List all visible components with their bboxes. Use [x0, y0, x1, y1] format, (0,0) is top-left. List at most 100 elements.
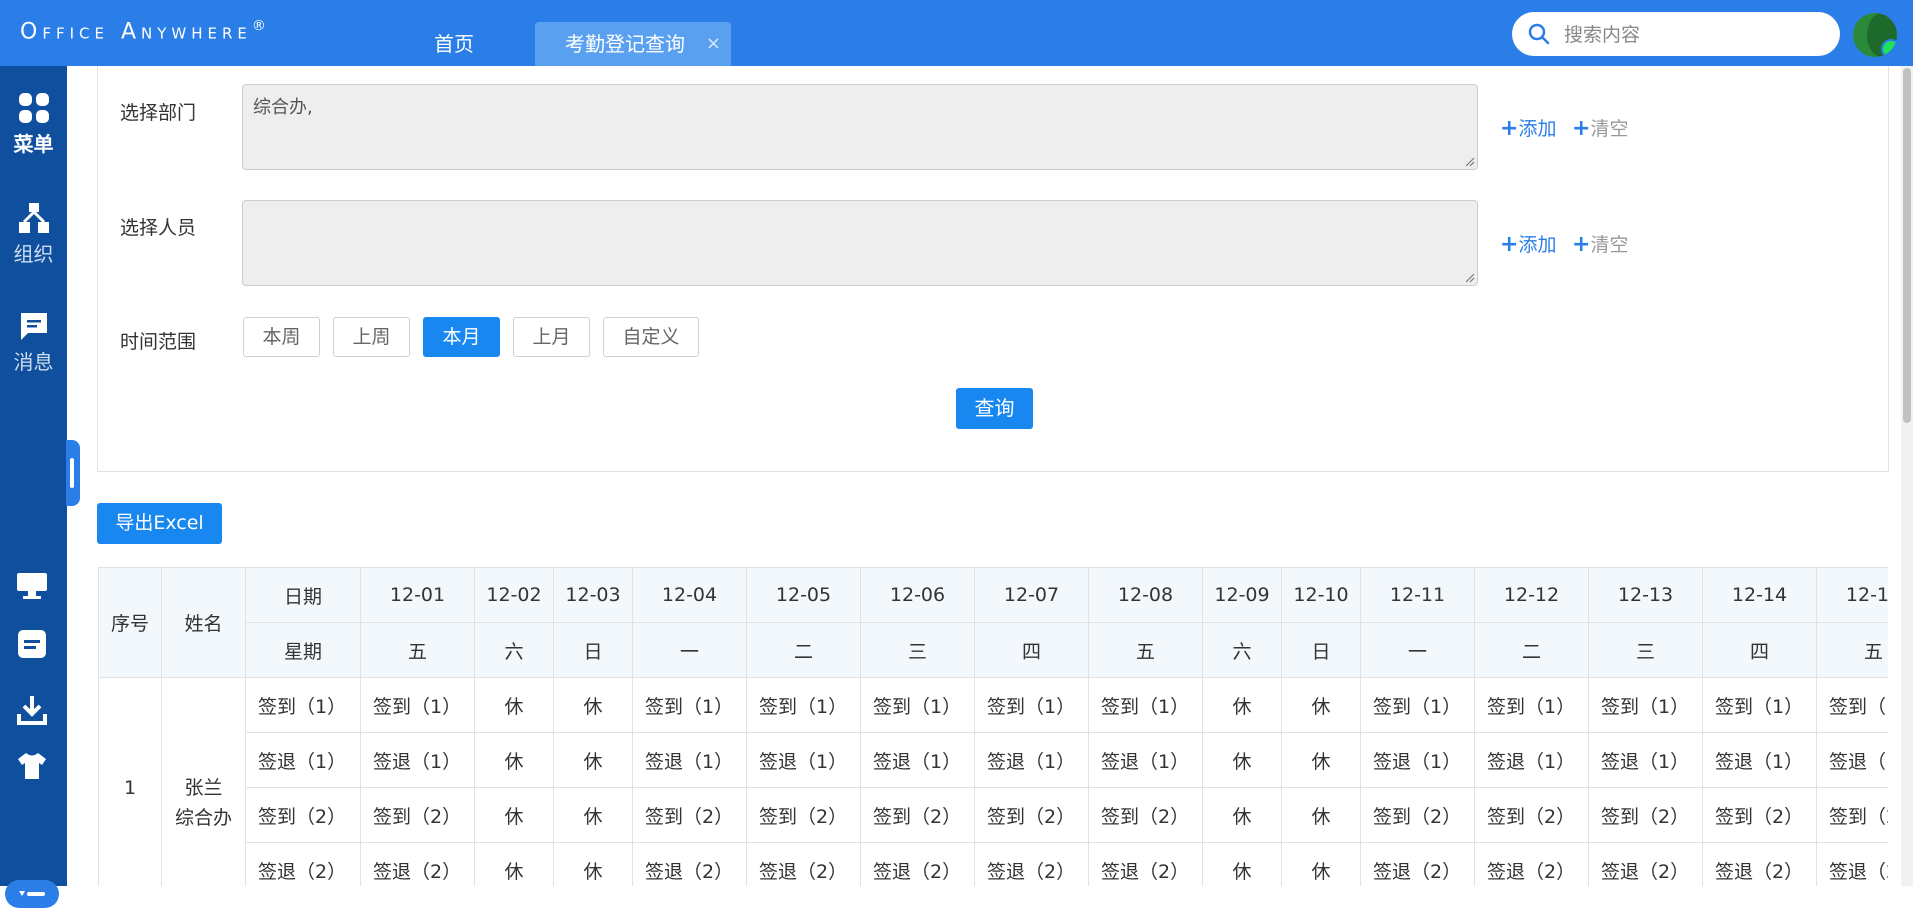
- attendance-cell: 签到（1）: [974, 677, 1089, 733]
- attendance-cell: 休: [474, 732, 554, 788]
- table-row: 签到（2） 签到（2）休休签到（2） 签到（2） 签到（2） 签到（2） 签到（2）休休签…: [99, 787, 1888, 843]
- attendance-cell: 签退（1）: [746, 732, 861, 788]
- attendance-cell: 签到（1）: [1702, 677, 1817, 733]
- attendance-cell: 签退（2）: [632, 842, 747, 886]
- dept-add-button[interactable]: +添加: [1500, 114, 1556, 141]
- person-label: 选择人员: [120, 217, 197, 239]
- tab-label: 考勤登记查询: [565, 32, 685, 56]
- header-date-cell: 12-10: [1281, 567, 1361, 623]
- dept-clear-button[interactable]: +清空: [1572, 114, 1628, 141]
- time-range-label: 时间范围: [120, 331, 197, 353]
- more-pill-button[interactable]: [5, 880, 59, 908]
- attendance-cell: 签退（1）: [1474, 732, 1589, 788]
- attendance-table-container[interactable]: 序号 姓名 日期 12-01 12-02 12-03 12-04 12-05 12-06 1…: [98, 567, 1888, 886]
- attendance-cell: 签到（1）: [1088, 677, 1203, 733]
- plus-icon: +: [1572, 232, 1591, 257]
- range-last-month-button[interactable]: 上月: [513, 317, 590, 357]
- vertical-scrollbar[interactable]: [1901, 66, 1913, 886]
- header-weekday-cell: 日: [1281, 622, 1361, 678]
- attendance-cell: 签到（1）: [1474, 677, 1589, 733]
- person-textarea[interactable]: [242, 200, 1478, 286]
- search-box: [1512, 12, 1840, 56]
- header-date-cell: 12-02: [474, 567, 554, 623]
- range-custom-button[interactable]: 自定义: [603, 317, 699, 357]
- export-excel-button[interactable]: 导出Excel: [97, 503, 222, 544]
- search-icon[interactable]: [1528, 23, 1550, 45]
- download-icon[interactable]: [16, 694, 48, 726]
- shirt-icon[interactable]: [16, 750, 48, 782]
- scrollbar-thumb[interactable]: [1903, 68, 1911, 423]
- user-avatar[interactable]: [1853, 13, 1897, 57]
- employee-dept: 综合办: [174, 806, 232, 829]
- attendance-cell: 签到（1）: [1360, 677, 1475, 733]
- attendance-cell: 签退（1）: [1588, 732, 1703, 788]
- query-button[interactable]: 查询: [956, 388, 1033, 429]
- header-date-cell: 12-04: [632, 567, 747, 623]
- dept-value: 综合办,: [253, 97, 313, 118]
- sidebar-item-org[interactable]: 组织: [0, 202, 67, 267]
- attendance-cell: 休: [553, 677, 633, 733]
- search-input[interactable]: [1562, 18, 1826, 52]
- sidebar-collapse-handle[interactable]: [66, 440, 80, 506]
- resize-grip-icon[interactable]: [1463, 155, 1475, 167]
- sidebar-item-menu[interactable]: 菜单: [0, 92, 67, 157]
- attendance-cell: 签退（2）: [974, 842, 1089, 886]
- sidebar-item-message[interactable]: 消息: [0, 310, 67, 375]
- attendance-cell: 签到（2）: [1816, 787, 1888, 843]
- header-weekday-cell: 二: [746, 622, 861, 678]
- tab-close-icon[interactable]: ×: [706, 22, 721, 66]
- attendance-cell: 休: [1281, 842, 1361, 886]
- dept-label: 选择部门: [120, 102, 197, 124]
- header-date-cell: 12-01: [360, 567, 475, 623]
- attendance-cell: 休: [553, 787, 633, 843]
- attendance-cell: 签退（1）: [974, 732, 1089, 788]
- record-type-cell: 签退（2）: [245, 842, 361, 886]
- attendance-cell: 休: [1202, 677, 1282, 733]
- range-this-month-button[interactable]: 本月: [423, 317, 500, 357]
- header-weekday-cell: 三: [860, 622, 975, 678]
- plus-icon: +: [1572, 116, 1591, 141]
- attendance-cell: 签退（1）: [360, 732, 475, 788]
- sidebar: 菜单 组织 消息: [0, 66, 67, 908]
- attendance-cell: 签退（2）: [1474, 842, 1589, 886]
- note-icon[interactable]: [16, 628, 48, 660]
- header-date-cell: 12-08: [1088, 567, 1203, 623]
- header-weekday-cell: 五: [1088, 622, 1203, 678]
- attendance-cell: 休: [1281, 787, 1361, 843]
- range-this-week-button[interactable]: 本周: [243, 317, 320, 357]
- dept-textarea[interactable]: 综合办,: [242, 84, 1478, 170]
- tab-home[interactable]: 首页: [434, 22, 474, 66]
- table-row: 签退（2） 签退（2）休休签退（2） 签退（2） 签退（2） 签退（2） 签退（2）休休签…: [99, 842, 1888, 886]
- plus-icon: +: [1500, 232, 1519, 257]
- person-add-button[interactable]: +添加: [1500, 230, 1556, 257]
- attendance-cell: 签到（2）: [974, 787, 1089, 843]
- header-date-cell: 12-03: [553, 567, 633, 623]
- header-date-cell: 12-12: [1474, 567, 1589, 623]
- resize-grip-icon[interactable]: [1463, 271, 1475, 283]
- header-weekday-cell: 六: [1202, 622, 1282, 678]
- attendance-cell: 签到（1）: [860, 677, 975, 733]
- attendance-cell: 签退（2）: [1088, 842, 1203, 886]
- header-weekday-cell: 一: [632, 622, 747, 678]
- attendance-cell: 签到（2）: [1474, 787, 1589, 843]
- header-weekday-cell: 六: [474, 622, 554, 678]
- app-logo[interactable]: Office Anywhere®: [20, 18, 266, 44]
- attendance-cell: 签到（2）: [1588, 787, 1703, 843]
- attendance-cell: 签退（1）: [1088, 732, 1203, 788]
- header-weekday-cell: 五: [1816, 622, 1888, 678]
- header-date-cell: 12-07: [974, 567, 1089, 623]
- online-status-dot: [1881, 39, 1897, 57]
- header-weekday: 星期: [245, 622, 361, 678]
- header-weekday-cell: 四: [974, 622, 1089, 678]
- attendance-cell: 签退（2）: [1702, 842, 1817, 886]
- monitor-icon[interactable]: [16, 572, 48, 600]
- range-last-week-button[interactable]: 上周: [333, 317, 410, 357]
- table-row: 1 张兰 综合办 签到（1） 签到（1）休休签到（1） 签到（1） 签到（1） 签到（1） 签到…: [98, 677, 1888, 886]
- tab-attendance-query[interactable]: 考勤登记查询 ×: [535, 22, 731, 66]
- row-name: 张兰 综合办: [161, 677, 246, 886]
- plus-icon: +: [1500, 116, 1519, 141]
- header-weekday-cell: 三: [1588, 622, 1703, 678]
- attendance-cell: 休: [1202, 787, 1282, 843]
- header-date: 日期: [245, 567, 361, 623]
- person-clear-button[interactable]: +清空: [1572, 230, 1628, 257]
